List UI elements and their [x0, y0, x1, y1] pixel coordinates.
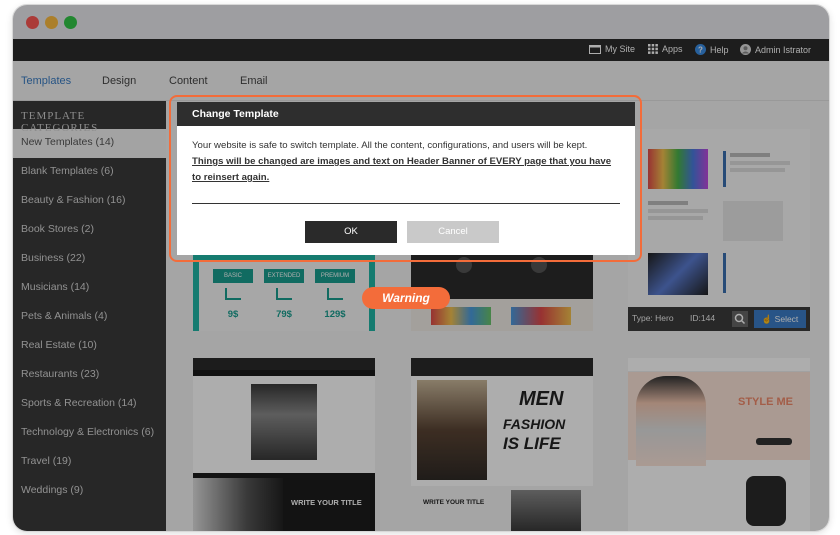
dialog-message-plain: Your website is safe to switch template.…	[192, 140, 588, 151]
dialog-message-warning: Things will be changed are images and te…	[192, 156, 612, 183]
dialog-title: Change Template	[177, 102, 635, 126]
ok-button[interactable]: OK	[305, 221, 397, 243]
dialog-message: Your website is safe to switch template.…	[177, 126, 635, 186]
dialog-divider	[192, 203, 620, 204]
cancel-button[interactable]: Cancel	[407, 221, 499, 243]
change-template-dialog: Change Template Your website is safe to …	[177, 102, 635, 255]
modal-overlay[interactable]	[13, 5, 829, 531]
warning-callout: Warning	[362, 287, 450, 309]
browser-window: My Site Apps ? Help Admin Istrator Templ…	[13, 5, 829, 531]
